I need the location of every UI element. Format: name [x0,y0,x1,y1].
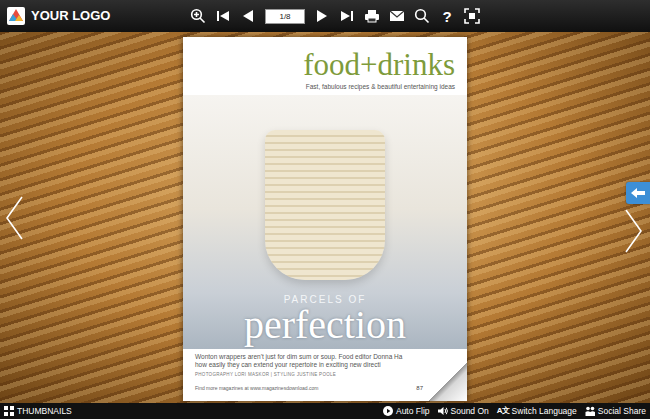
print-icon[interactable] [364,8,380,24]
share-label[interactable]: Social Share [598,405,646,418]
bottom-controls: Auto Flip Sound On A文Switch Language Social… [383,405,646,418]
right-nav [467,182,650,254]
wrappers-stack [265,130,385,280]
flipbook-viewer: YOUR LOGO? food+drinks Fast, fabulous reci… [0,0,650,419]
intro-line: how easily they can extend your repertoi… [195,361,423,370]
search-button[interactable] [414,8,430,24]
top-toolbar: YOUR LOGO? [0,0,650,32]
first-page-button[interactable] [215,8,231,24]
next-arrow-icon[interactable] [624,208,644,254]
play-label[interactable]: Auto Flip [396,405,430,418]
fullscreen-button[interactable] [464,8,480,24]
help-button[interactable]: ? [439,8,455,24]
thumbnails-label[interactable]: THUMBNAILS [17,405,72,418]
cover-photo: PARCELS OFperfection [183,95,467,348]
credits: PHOTOGRAPHY LORI MASKOR | STYLING JUSTIN… [195,372,423,379]
tagline: Fast, fabulous recipes & beautiful enter… [195,82,455,92]
last-page-button[interactable] [339,8,355,24]
previous-page-button[interactable] [240,8,256,24]
bottom-bar: THUMBNAILS Auto Flip Sound On A文Switch Lang… [0,403,650,419]
previous-arrow-icon[interactable] [4,195,24,241]
thumbnails-icon[interactable] [4,406,14,416]
thumbnails-button[interactable]: THUMBNAILS [4,405,72,418]
logo-text: YOUR LOGO [31,6,110,26]
zoom-in-icon[interactable] [190,8,206,24]
language-label[interactable]: Switch Language [512,405,577,418]
people-icon[interactable] [585,406,595,416]
help-icon[interactable]: ? [442,9,451,24]
page-header: food+drinks Fast, fabulous recipes & beau… [183,37,467,96]
fullscreen-icon[interactable] [464,8,480,24]
side-tab-button[interactable] [626,182,650,204]
logo: YOUR LOGO [0,6,170,26]
play-button[interactable]: Auto Flip [383,405,430,418]
book-stage: food+drinks Fast, fabulous recipes & beau… [0,32,650,403]
page-number: 87 [416,384,423,393]
sound-button[interactable]: Sound On [438,405,489,418]
intro-line: Wonton wrappers aren't just for dim sum … [195,353,423,362]
language-button[interactable]: A文Switch Language [497,405,577,418]
section-title: food+drinks [195,49,455,80]
language-icon[interactable]: A文 [497,405,509,417]
speaker-icon[interactable] [438,406,448,416]
share-button[interactable]: Social Share [585,405,646,418]
footer-text: Find more magazines at www.magazinesdown… [195,385,318,393]
email-button[interactable] [389,8,405,24]
left-nav [0,195,183,241]
page-curl[interactable] [429,363,467,401]
page-body: Wonton wrappers aren't just for dim sum … [183,349,467,401]
email-icon[interactable] [389,8,405,24]
kicker: PARCELS OF [284,294,367,305]
headline: perfection [244,305,406,345]
logo-icon [6,6,26,26]
next-page-button[interactable] [314,8,330,24]
search-icon[interactable] [414,8,430,24]
print-button[interactable] [364,8,380,24]
first-page-icon[interactable] [215,8,231,24]
sound-label[interactable]: Sound On [451,405,489,418]
next-page-icon[interactable] [314,8,330,24]
zoom-in-button[interactable] [190,8,206,24]
toolbar-buttons: ? [170,8,480,24]
page-number-field[interactable] [265,9,305,24]
magazine-page[interactable]: food+drinks Fast, fabulous recipes & beau… [183,37,467,401]
play-icon[interactable] [383,406,393,416]
page-footer: Find more magazines at www.magazinesdown… [195,384,423,393]
last-page-icon[interactable] [339,8,355,24]
arrow-left-icon[interactable] [630,187,646,199]
previous-page-icon[interactable] [240,8,256,24]
